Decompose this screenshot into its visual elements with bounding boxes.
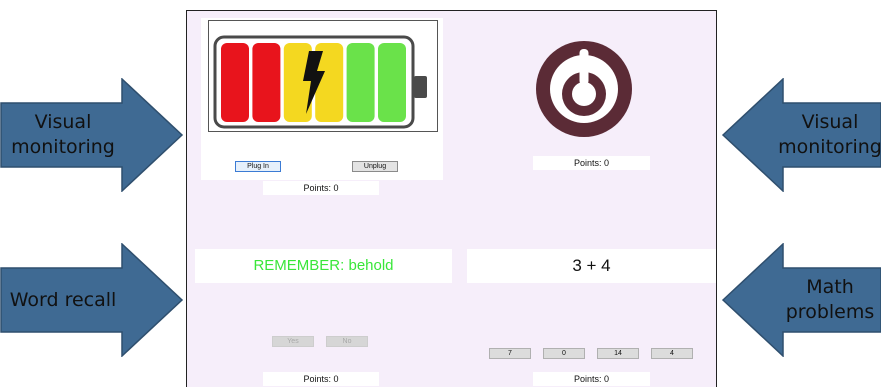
battery-task: Plug In Unplug: [201, 18, 443, 180]
math-problem: 3 + 4: [467, 249, 716, 283]
battery-segment: [221, 43, 249, 122]
arrow-label-line1: Word recall: [9, 288, 117, 311]
battery-points: Points: 0: [263, 181, 379, 195]
arrow-label-line1: Visual: [34, 111, 92, 133]
battery-segment: [346, 43, 375, 122]
yes-button[interactable]: Yes: [272, 336, 314, 347]
battery-terminal: [414, 76, 427, 98]
math-answer-button[interactable]: 0: [543, 348, 585, 359]
arrow-label-line1: Math: [806, 276, 854, 298]
arrow-visual-monitoring-right: Visual monitoring: [721, 78, 881, 192]
arrow-label-line1: Visual: [801, 111, 859, 133]
battery-segment: [378, 43, 406, 122]
multitask-window: Plug In Unplug Points: 0 Points: 0 REMEM…: [186, 10, 717, 387]
math-answer-button[interactable]: 4: [651, 348, 693, 359]
battery-segment: [252, 43, 281, 122]
math-answer-button[interactable]: 7: [489, 348, 531, 359]
math-points: Points: 0: [533, 372, 650, 386]
battery-icon: [213, 35, 427, 129]
word-recall-points: Points: 0: [263, 372, 379, 386]
dial-task: [536, 41, 632, 137]
unplug-button[interactable]: Unplug: [352, 161, 398, 172]
arrow-label-line2: monitoring: [778, 136, 881, 158]
dial-points: Points: 0: [533, 156, 650, 170]
math-answer-button[interactable]: 14: [597, 348, 639, 359]
arrow-word-recall: Word recall: [0, 243, 184, 357]
power-dial-icon[interactable]: [536, 41, 632, 137]
battery-display: [208, 20, 438, 132]
word-recall-prompt: REMEMBER: behold: [195, 249, 452, 283]
arrow-label-line2: problems: [785, 301, 875, 323]
plug-in-button[interactable]: Plug In: [235, 161, 281, 172]
arrow-visual-monitoring-left: Visual monitoring: [0, 78, 184, 192]
arrow-math-problems: Math problems: [721, 243, 881, 357]
arrow-label-line2: monitoring: [11, 136, 115, 158]
no-button[interactable]: No: [326, 336, 368, 347]
